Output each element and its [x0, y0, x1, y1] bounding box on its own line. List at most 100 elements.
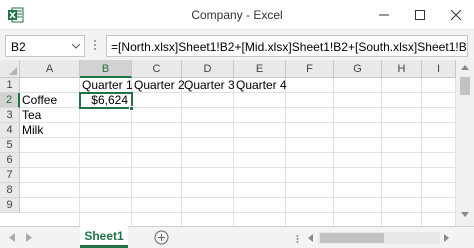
cell-b2-selected[interactable]: $6,624	[79, 92, 133, 109]
horizontal-scrollbar[interactable]	[306, 230, 456, 246]
sheet-nav-right-icon[interactable]	[26, 233, 32, 242]
grid-cell[interactable]	[80, 153, 132, 168]
grid-cell[interactable]	[234, 213, 286, 226]
chevron-down-icon[interactable]	[72, 44, 80, 49]
grid-cell[interactable]	[422, 168, 456, 183]
grid-cell[interactable]	[422, 153, 456, 168]
grid-cell[interactable]	[80, 183, 132, 198]
plus-circle-icon[interactable]	[154, 230, 169, 245]
cell-a4[interactable]: Milk	[20, 123, 80, 138]
grid-cell[interactable]	[20, 138, 80, 153]
grid-cell[interactable]	[286, 138, 334, 153]
grid-cell[interactable]	[234, 108, 286, 123]
grid-cell[interactable]	[422, 183, 456, 198]
grid-cell[interactable]	[286, 198, 334, 213]
row-header-1[interactable]: 1	[0, 78, 20, 93]
column-header-c[interactable]: C	[132, 60, 182, 78]
column-header-d[interactable]: D	[182, 60, 234, 78]
select-all-corner[interactable]	[0, 60, 20, 78]
row-header-8[interactable]: 8	[0, 183, 20, 198]
grid-cell[interactable]	[286, 153, 334, 168]
grid-cell[interactable]	[286, 123, 334, 138]
vertical-scrollbar[interactable]	[456, 60, 474, 226]
grid-cell[interactable]	[334, 78, 382, 93]
grid-cell[interactable]	[234, 93, 286, 108]
grid-cell[interactable]	[20, 78, 80, 93]
grid-cell[interactable]	[20, 153, 80, 168]
grid-cell[interactable]	[20, 198, 80, 213]
scroll-right-icon[interactable]	[444, 234, 449, 242]
grid-cell[interactable]	[286, 78, 334, 93]
grid-cell[interactable]	[382, 138, 422, 153]
grid-cell[interactable]	[286, 108, 334, 123]
grid-cell[interactable]	[182, 168, 234, 183]
row-header-9[interactable]: 9	[0, 198, 20, 213]
grid-cell[interactable]	[422, 93, 456, 108]
grid-cell[interactable]	[80, 108, 132, 123]
grid-cell[interactable]	[132, 153, 182, 168]
grid-cell[interactable]	[382, 168, 422, 183]
grid-cell[interactable]	[286, 93, 334, 108]
grid-cell[interactable]	[382, 198, 422, 213]
grid-cell[interactable]	[182, 93, 234, 108]
name-box[interactable]: B2	[5, 35, 85, 57]
grid-cell[interactable]	[182, 213, 234, 226]
grid-cell[interactable]	[132, 168, 182, 183]
resize-dots-icon[interactable]	[93, 39, 97, 51]
grid-cell[interactable]	[422, 138, 456, 153]
grid-cell[interactable]	[132, 123, 182, 138]
formula-input[interactable]: =[North.xlsx]Sheet1!B2+[Mid.xlsx]Sheet1!…	[106, 35, 468, 57]
grid-cell[interactable]	[20, 168, 80, 183]
grid-cell[interactable]	[80, 213, 132, 226]
grid-cell[interactable]	[234, 138, 286, 153]
horizontal-scroll-thumb[interactable]	[320, 233, 384, 243]
column-header-h[interactable]: H	[382, 60, 422, 78]
row-header-7[interactable]: 7	[0, 168, 20, 183]
worksheet-grid[interactable]: A B C D E F G H I 1 2 3 4 5 6 7 8 9 Quar…	[0, 60, 456, 226]
cell-b1[interactable]: Quarter 1	[80, 78, 133, 93]
grid-cell[interactable]	[382, 153, 422, 168]
row-header-4[interactable]: 4	[0, 123, 20, 138]
grid-cell[interactable]	[334, 213, 382, 226]
cell-a2[interactable]: Coffee	[20, 93, 80, 108]
grid-cell[interactable]	[334, 153, 382, 168]
row-header-5[interactable]: 5	[0, 138, 20, 153]
scroll-left-icon[interactable]	[308, 234, 313, 242]
grid-cell[interactable]	[334, 138, 382, 153]
grid-cell[interactable]	[334, 108, 382, 123]
column-header-a[interactable]: A	[20, 60, 80, 78]
grid-cell[interactable]	[182, 108, 234, 123]
grid-cell[interactable]	[382, 213, 422, 226]
grid-cell[interactable]	[182, 198, 234, 213]
column-header-g[interactable]: G	[334, 60, 382, 78]
row-header-2[interactable]: 2	[0, 93, 20, 108]
grid-cell[interactable]	[234, 153, 286, 168]
grid-cell[interactable]	[382, 183, 422, 198]
cell-e1[interactable]: Quarter 4	[234, 78, 287, 93]
maximize-button[interactable]	[402, 0, 438, 30]
grid-cell[interactable]	[422, 78, 456, 93]
grid-cell[interactable]	[234, 168, 286, 183]
fill-handle[interactable]	[129, 106, 134, 111]
grid-cell[interactable]	[382, 78, 422, 93]
grid-cell[interactable]	[422, 123, 456, 138]
close-button[interactable]	[438, 0, 474, 30]
grid-cell[interactable]	[334, 168, 382, 183]
grid-cell[interactable]	[286, 183, 334, 198]
column-header-e[interactable]: E	[234, 60, 286, 78]
scroll-down-icon[interactable]	[461, 212, 469, 217]
grid-cell[interactable]	[286, 213, 334, 226]
grid-cell[interactable]	[182, 123, 234, 138]
grid-cell[interactable]	[334, 198, 382, 213]
grid-cell[interactable]	[234, 123, 286, 138]
grid-cell[interactable]	[422, 108, 456, 123]
grid-cell[interactable]	[382, 123, 422, 138]
grid-cell[interactable]	[422, 198, 456, 213]
grid-cell[interactable]	[182, 138, 234, 153]
grid-cell[interactable]	[132, 213, 182, 226]
row-header-6[interactable]: 6	[0, 153, 20, 168]
grid-cell[interactable]	[286, 168, 334, 183]
grid-cell[interactable]	[20, 183, 80, 198]
cell-a3[interactable]: Tea	[20, 108, 80, 123]
grid-cell[interactable]	[234, 183, 286, 198]
